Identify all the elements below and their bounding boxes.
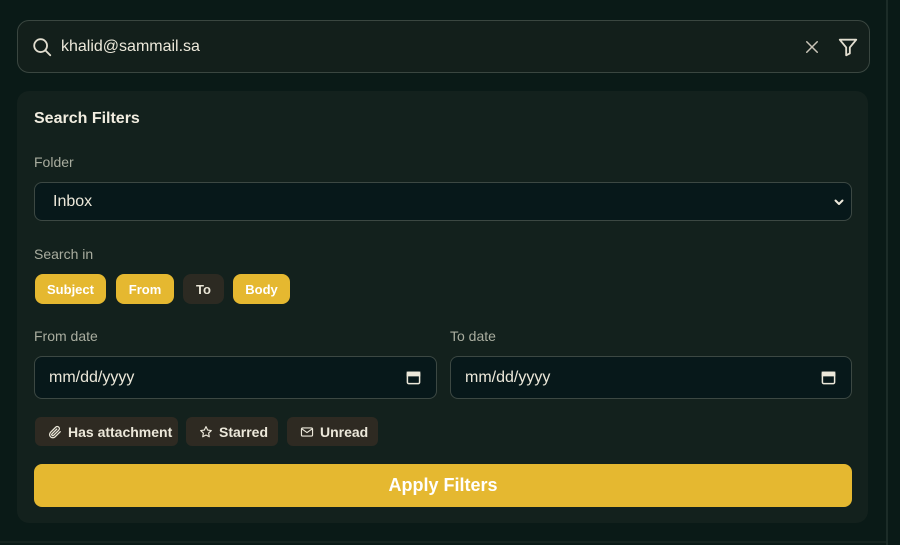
search-icon [33,38,52,57]
folder-label: Folder [34,154,74,170]
chip-label: Subject [47,281,94,297]
star-icon [200,425,212,437]
folder-select-value: Inbox [53,192,93,210]
search-in-label: Search in [34,246,94,262]
filter-icon[interactable] [837,36,859,58]
folder-select[interactable]: Inbox [34,182,852,221]
search-input[interactable] [61,34,761,60]
to-date-label: To date [450,328,496,344]
chevron-down-icon [834,199,844,205]
search-in-from-chip[interactable]: From [116,274,174,304]
scrollbar-track [886,0,888,545]
from-date-placeholder: mm/dd/yyyy [49,368,135,386]
search-bar [17,20,870,73]
toggle-label: Starred [219,423,269,440]
has-attachment-toggle[interactable]: Has attachment [35,417,178,446]
unread-toggle[interactable]: Unread [287,417,378,446]
mail-icon [300,426,314,437]
starred-toggle[interactable]: Starred [186,417,278,446]
close-icon[interactable] [803,38,821,56]
apply-filters-button[interactable]: Apply Filters [34,464,852,507]
from-date-input[interactable]: mm/dd/yyyy [34,356,437,399]
search-in-to-chip[interactable]: To [183,274,224,304]
to-date-placeholder: mm/dd/yyyy [465,368,551,386]
toggle-label: Has attachment [68,423,173,440]
calendar-icon[interactable] [821,370,836,385]
chip-label: Body [245,281,278,297]
search-in-body-chip[interactable]: Body [233,274,290,304]
from-date-label: From date [34,328,98,344]
calendar-icon[interactable] [406,370,421,385]
panel-title: Search Filters [34,110,140,127]
search-filters-panel: Search Filters Folder Inbox Search in Su… [17,91,868,523]
search-in-subject-chip[interactable]: Subject [35,274,106,304]
to-date-input[interactable]: mm/dd/yyyy [450,356,852,399]
toggle-label: Unread [320,423,369,440]
divider [0,541,886,543]
chip-label: From [128,281,162,297]
chip-label: To [196,281,211,297]
paperclip-icon [49,425,61,438]
